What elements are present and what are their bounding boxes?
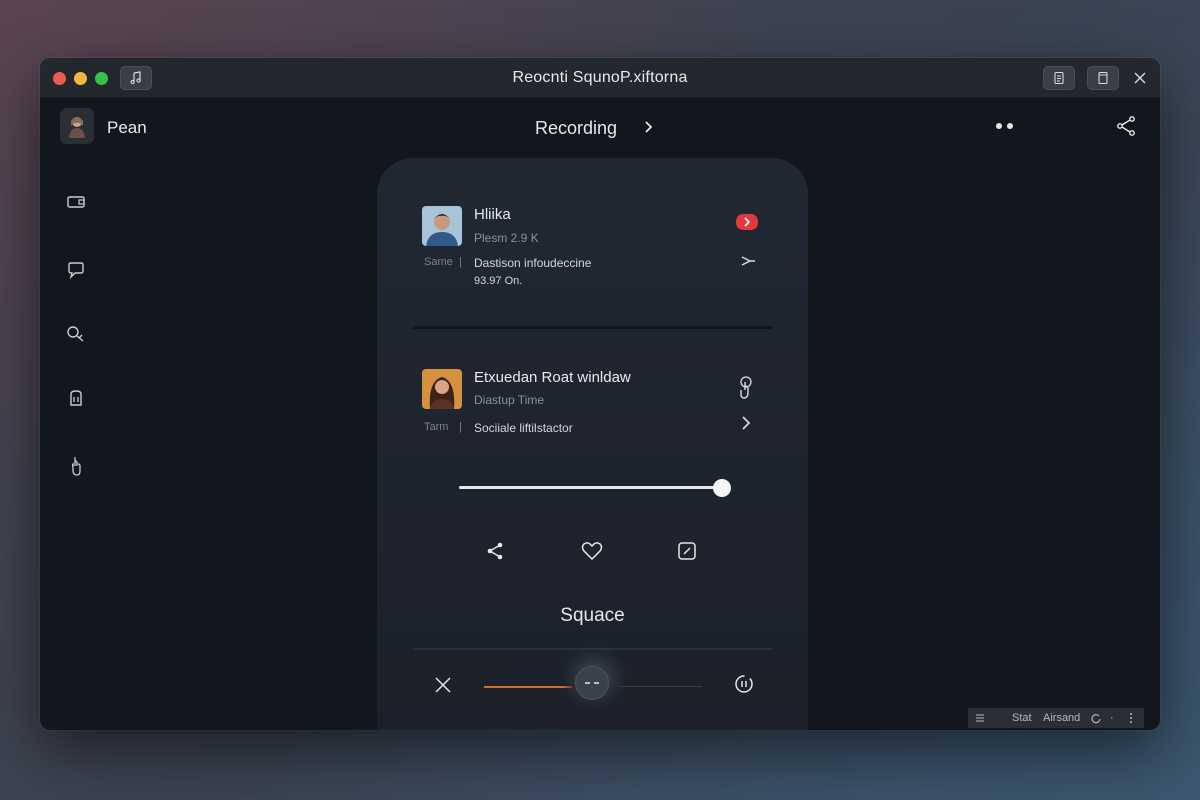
share-button[interactable] <box>482 538 508 564</box>
close-window-button[interactable] <box>1130 68 1150 88</box>
item-meta-separator: | <box>459 421 462 433</box>
sidebar-toggle-button[interactable] <box>1087 66 1119 90</box>
door-icon <box>70 390 82 406</box>
status-label: Stat <box>1012 712 1032 724</box>
section-divider <box>413 326 772 329</box>
hand-pointer-icon <box>71 457 81 476</box>
sidebar-item-wallet[interactable] <box>64 190 88 214</box>
item-subtitle: Plesm 2.9 K <box>474 231 539 245</box>
fork-arrow-icon[interactable] <box>738 251 758 271</box>
person-photo-icon <box>422 369 462 409</box>
notes-button[interactable] <box>1043 66 1075 90</box>
user-avatar[interactable] <box>60 108 94 144</box>
sidebar-item-search[interactable] <box>64 322 88 346</box>
document-icon <box>1054 71 1064 85</box>
status-separator: · <box>1110 712 1114 724</box>
progress-bar-played[interactable] <box>484 686 572 688</box>
sidebar-item-rooms[interactable] <box>64 386 88 410</box>
item-subtitle: Diastup Time <box>474 393 545 407</box>
refresh-icon[interactable] <box>1090 712 1102 724</box>
sidebar-item-messages[interactable] <box>64 258 88 282</box>
item-description: Dastison infoudeccine <box>474 256 592 270</box>
list-icon[interactable] <box>974 712 986 724</box>
item-title: Hliika <box>474 206 511 223</box>
loop-icon[interactable] <box>732 672 756 696</box>
wallet-icon <box>67 196 85 208</box>
like-button[interactable] <box>579 538 605 564</box>
status-label: Airsand <box>1043 712 1081 724</box>
chevron-right-icon[interactable] <box>738 413 754 433</box>
close-icon <box>1134 72 1146 84</box>
heart-icon <box>581 542 603 561</box>
playback-slider-track[interactable] <box>459 486 723 489</box>
person-avatar-icon <box>69 117 85 138</box>
item-thumbnail[interactable] <box>422 206 462 246</box>
person-photo-icon <box>422 206 462 246</box>
search-tag-icon <box>67 326 84 342</box>
item-thumbnail[interactable] <box>422 369 462 409</box>
user-name: Pean <box>107 118 147 137</box>
edit-square-icon <box>678 542 696 560</box>
item-meta-label: Same <box>424 256 453 268</box>
playback-slider-knob[interactable] <box>713 479 731 497</box>
app-window: Reocnti SqunoP.xiftorna Pean Recording H… <box>40 58 1160 730</box>
share-icon <box>487 542 503 560</box>
record-badge-icon[interactable] <box>734 211 760 233</box>
share-icon[interactable] <box>1114 114 1138 138</box>
more-options-button[interactable] <box>992 116 1016 136</box>
item-meta-label: Tarm <box>424 421 449 433</box>
chevron-right-icon[interactable] <box>640 116 658 138</box>
item-description: Sociiale liftilstactor <box>474 421 573 435</box>
edit-button[interactable] <box>674 538 700 564</box>
top-bar: Pean Recording <box>40 98 1160 158</box>
item-detail: 93.97 On. <box>474 275 523 287</box>
track-label: Squace <box>560 605 625 626</box>
status-bar: Stat Airsand · <box>968 708 1144 728</box>
chat-bubble-icon <box>68 262 84 279</box>
vertical-dots-icon[interactable] <box>1128 712 1134 724</box>
touch-gesture-icon[interactable] <box>734 374 758 402</box>
item-meta-separator: | <box>459 256 462 268</box>
window-title: Reocnti SqunoP.xiftorna <box>512 69 688 86</box>
title-bar: Reocnti SqunoP.xiftorna <box>40 58 1160 98</box>
close-icon[interactable] <box>433 675 453 695</box>
sidebar-item-gestures[interactable] <box>64 454 88 478</box>
dash-icon <box>585 682 599 684</box>
panel-icon <box>1098 71 1108 85</box>
item-title: Etxuedan Roat winldaw <box>474 369 631 386</box>
page-title[interactable]: Recording <box>535 118 617 139</box>
play-pause-button[interactable] <box>575 666 609 700</box>
progress-bar-remaining[interactable] <box>620 686 702 687</box>
